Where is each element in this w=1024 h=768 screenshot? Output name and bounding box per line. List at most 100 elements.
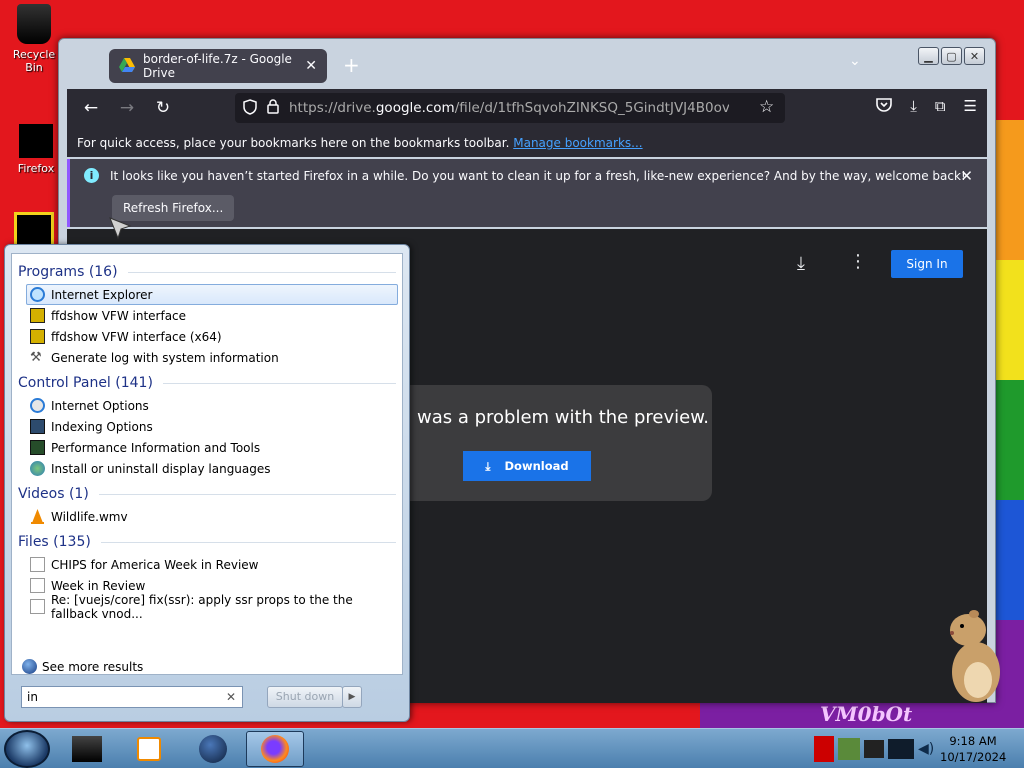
reload-icon[interactable]: ↻ xyxy=(145,98,181,118)
media-player-icon xyxy=(137,737,161,761)
tray-network-icon[interactable] xyxy=(864,740,884,758)
result-label: ffdshow VFW interface (x64) xyxy=(51,329,222,344)
rainbow-stripe-yellow xyxy=(994,260,1024,380)
url-domain: google.com xyxy=(375,100,455,116)
see-more-results-link[interactable]: See more results xyxy=(22,659,143,674)
google-drive-icon xyxy=(119,57,135,75)
result-performance-info[interactable]: Performance Information and Tools xyxy=(12,437,402,458)
recycle-bin-icon xyxy=(17,4,51,44)
tray-app-icon[interactable] xyxy=(838,738,860,760)
tools-icon: ⚒ xyxy=(30,350,42,365)
tray-volume-icon[interactable]: ◀) xyxy=(918,741,934,757)
result-label: Re: [vuejs/core] fix(ssr): apply ssr pro… xyxy=(51,592,353,621)
url-bar[interactable]: https://drive.google.com/file/d/1tfhSqvo… xyxy=(235,93,785,123)
download-button[interactable]: ⤓ Download xyxy=(463,451,591,481)
desktop-watermark: VM0bOt xyxy=(820,702,913,726)
sign-in-button[interactable]: Sign In xyxy=(891,250,963,278)
result-label: Performance Information and Tools xyxy=(51,440,261,455)
close-window-button[interactable]: ✕ xyxy=(964,47,985,65)
clear-search-icon[interactable]: ✕ xyxy=(226,690,236,704)
result-label: Wildlife.wmv xyxy=(51,509,128,524)
system-tray: ◀) xyxy=(810,729,936,768)
download-button-label: Download xyxy=(504,459,569,473)
result-label: Internet Explorer xyxy=(51,287,153,302)
group-programs[interactable]: Programs (16) xyxy=(12,260,402,284)
downloads-icon[interactable]: ⤓ xyxy=(910,97,917,116)
result-indexing-options[interactable]: Indexing Options xyxy=(12,416,402,437)
result-display-languages[interactable]: Install or uninstall display languages xyxy=(12,458,402,479)
download-icon[interactable]: ⤓ xyxy=(797,253,805,274)
result-file[interactable]: CHIPS for America Week in Review xyxy=(12,554,402,575)
result-internet-options[interactable]: Internet Options xyxy=(12,395,402,416)
group-files[interactable]: Files (135) xyxy=(12,530,402,554)
rainbow-stripe-green xyxy=(994,380,1024,500)
download-arrow-icon: ⤓ xyxy=(485,458,491,473)
bookmarks-toolbar: For quick access, place your bookmarks h… xyxy=(67,127,987,157)
group-control-panel[interactable]: Control Panel (141) xyxy=(12,371,402,395)
result-label: Generate log with system information xyxy=(51,350,279,365)
taskbar-app-3[interactable] xyxy=(184,731,242,767)
more-options-icon[interactable]: ⋮ xyxy=(849,251,867,272)
tray-red-app-icon[interactable] xyxy=(814,736,834,762)
maximize-button[interactable]: ▢ xyxy=(941,47,962,65)
taskbar-firefox[interactable] xyxy=(246,731,304,767)
result-ffdshow-vfw-x64[interactable]: ffdshow VFW interface (x64) xyxy=(12,326,402,347)
tray-device-icon[interactable] xyxy=(888,739,914,759)
desktop-icon-firefox[interactable]: Firefox xyxy=(6,118,66,175)
search-globe-icon xyxy=(22,659,37,674)
result-label: Week in Review xyxy=(51,578,146,593)
tab-google-drive[interactable]: border-of-life.7z - Google Drive ✕ xyxy=(109,49,327,83)
notification-message: It looks like you haven’t started Firefo… xyxy=(110,169,966,183)
start-button[interactable] xyxy=(4,730,50,768)
taskbar-media-player[interactable] xyxy=(120,731,178,767)
result-ffdshow-vfw[interactable]: ffdshow VFW interface xyxy=(12,305,402,326)
desktop-icon-recycle-bin[interactable]: Recycle Bin xyxy=(4,4,64,74)
result-internet-explorer[interactable]: Internet Explorer xyxy=(26,284,398,305)
lock-icon[interactable] xyxy=(267,99,279,117)
result-label: CHIPS for America Week in Review xyxy=(51,557,259,572)
bookmark-star-icon[interactable]: ☆ xyxy=(759,97,774,117)
preview-error-card: was a problem with the preview. ⤓ Downlo… xyxy=(383,385,712,501)
list-all-tabs-icon[interactable]: ⌄ xyxy=(849,53,861,69)
search-results: Programs (16) Internet Explorer ffdshow … xyxy=(11,253,403,675)
tab-close-icon[interactable]: ✕ xyxy=(305,58,317,74)
performance-icon xyxy=(30,440,45,455)
navigation-toolbar: ← → ↻ https://drive.google.com/file/d/1t… xyxy=(67,89,987,127)
rainbow-stripe-orange xyxy=(994,120,1024,260)
minimize-button[interactable]: ▁ xyxy=(918,47,939,65)
mouse-cursor-icon xyxy=(108,216,132,243)
hamburger-menu-icon[interactable]: ☰ xyxy=(964,97,977,116)
window-titlebar[interactable]: border-of-life.7z - Google Drive ✕ + ⌄ ▁… xyxy=(59,39,995,89)
result-wildlife-wmv[interactable]: Wildlife.wmv xyxy=(12,506,402,527)
tab-title: border-of-life.7z - Google Drive xyxy=(143,52,292,80)
globe-icon xyxy=(199,735,227,763)
result-label: ffdshow VFW interface xyxy=(51,308,187,323)
url-text[interactable]: https://drive.google.com/file/d/1tfhSqvo… xyxy=(289,100,729,116)
manage-bookmarks-link[interactable]: Manage bookmarks... xyxy=(513,136,642,150)
url-prefix: https://drive. xyxy=(289,100,376,116)
firefox-icon xyxy=(261,735,289,763)
extensions-icon[interactable]: ⧉ xyxy=(935,97,946,116)
rainbow-stripe-blue xyxy=(994,500,1024,620)
search-value: in xyxy=(27,690,38,704)
pocket-icon[interactable] xyxy=(876,97,892,116)
taskbar-app-1[interactable] xyxy=(58,731,116,767)
shutdown-button[interactable]: Shut down xyxy=(267,686,343,708)
tracking-protection-shield-icon[interactable] xyxy=(243,98,257,118)
start-search-input[interactable]: in ✕ xyxy=(21,686,243,708)
shutdown-options-arrow-icon[interactable]: ▶ xyxy=(342,686,362,708)
group-videos[interactable]: Videos (1) xyxy=(12,482,402,506)
document-icon xyxy=(30,599,45,614)
clock[interactable]: 9:18 AM 10/17/2024 xyxy=(940,733,1006,765)
result-file[interactable]: Re: [vuejs/core] fix(ssr): apply ssr pro… xyxy=(12,593,402,621)
result-generate-log[interactable]: ⚒ Generate log with system information xyxy=(12,347,402,368)
vlc-icon xyxy=(30,509,45,524)
new-tab-button[interactable]: + xyxy=(343,53,360,77)
back-icon[interactable]: ← xyxy=(73,98,109,118)
result-label: Indexing Options xyxy=(51,419,153,434)
close-notification-icon[interactable]: ✕ xyxy=(960,167,973,185)
hamster-mascot xyxy=(944,606,1004,706)
ffdshow-icon xyxy=(30,329,45,344)
forward-icon[interactable]: → xyxy=(109,98,145,118)
globe-icon xyxy=(30,461,45,476)
